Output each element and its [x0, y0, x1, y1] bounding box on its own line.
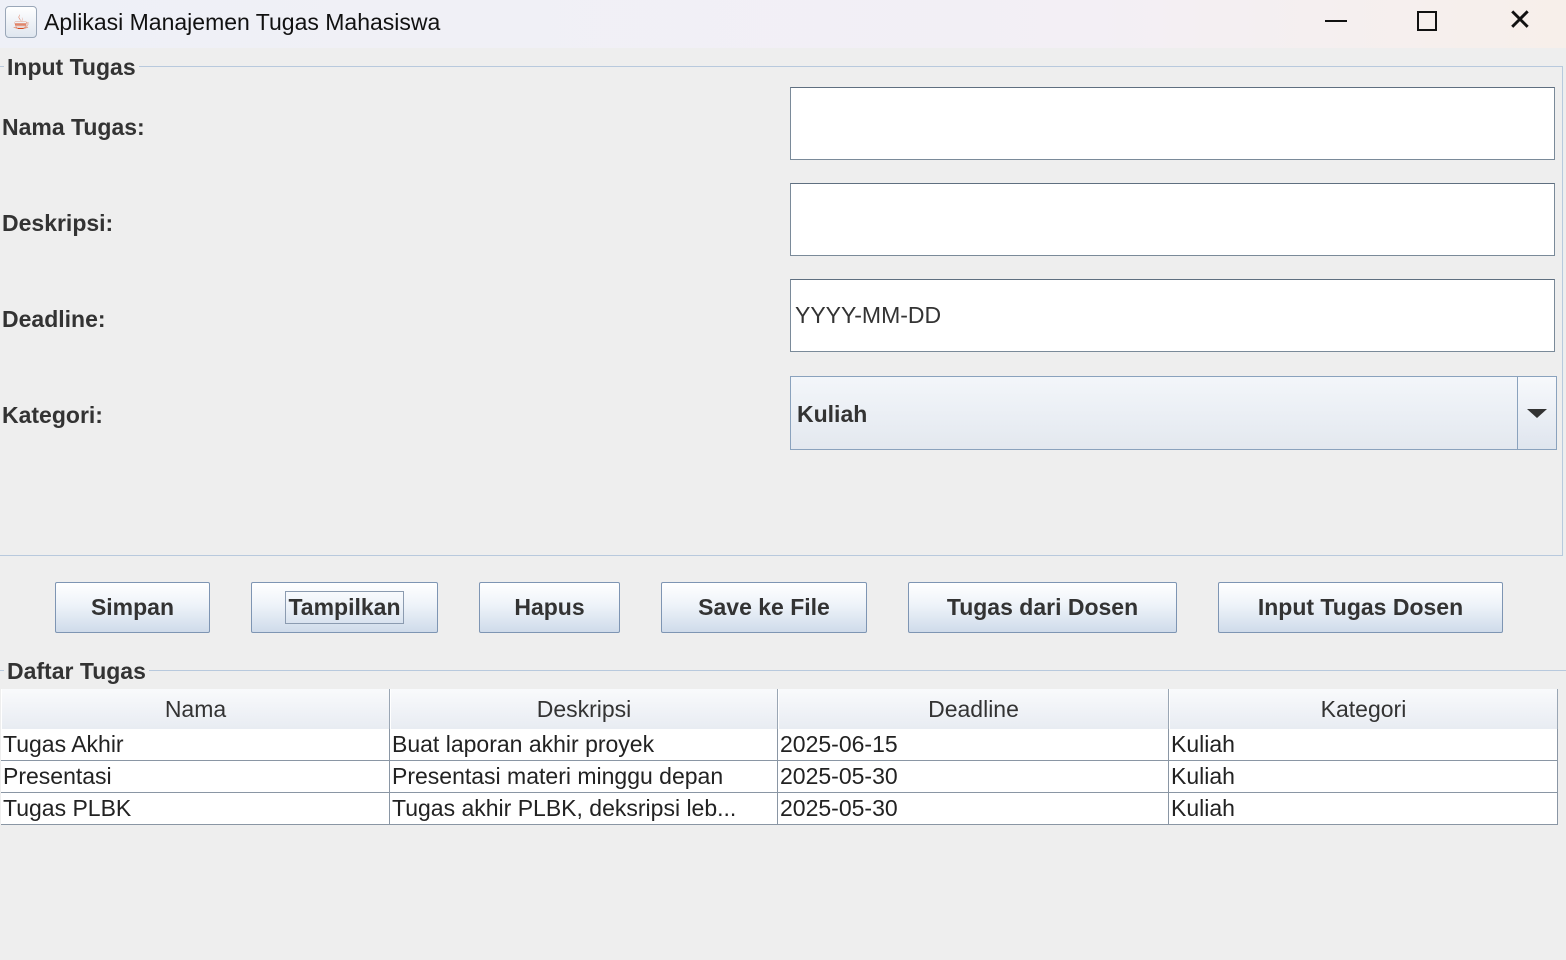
kategori-selected-value: Kuliah	[797, 401, 868, 427]
deskripsi-field[interactable]	[790, 183, 1555, 256]
table-cell[interactable]: Presentasi	[1, 761, 390, 792]
table-header: Nama Deskripsi Deadline Kategori	[1, 689, 1558, 729]
table-row[interactable]: Tugas Akhir Buat laporan akhir proyek 20…	[1, 729, 1558, 761]
table-cell[interactable]: Kuliah	[1169, 793, 1558, 824]
nama-tugas-label: Nama Tugas:	[2, 114, 145, 140]
simpan-button[interactable]: Simpan	[55, 582, 210, 633]
table-cell[interactable]: Tugas PLBK	[1, 793, 390, 824]
table-cell[interactable]: Tugas akhir PLBK, deksripsi leb...	[390, 793, 778, 824]
column-header-nama[interactable]: Nama	[1, 689, 390, 729]
window-title: Aplikasi Manajemen Tugas Mahasiswa	[44, 9, 441, 35]
column-header-kategori[interactable]: Kategori	[1169, 689, 1558, 729]
kategori-select[interactable]: Kuliah	[790, 376, 1557, 450]
close-button[interactable]: ✕	[1474, 0, 1566, 42]
table-cell[interactable]: Buat laporan akhir proyek	[390, 729, 778, 760]
column-header-deskripsi[interactable]: Deskripsi	[390, 689, 778, 729]
input-group-title: Input Tugas	[4, 54, 139, 81]
deskripsi-label: Deskripsi:	[2, 210, 114, 236]
maximize-icon	[1417, 11, 1437, 31]
list-group-title: Daftar Tugas	[4, 658, 149, 685]
table-row[interactable]: Presentasi Presentasi materi minggu depa…	[1, 761, 1558, 793]
table-cell[interactable]: Kuliah	[1169, 729, 1558, 760]
java-icon[interactable]: ☕	[5, 6, 37, 38]
tugas-dari-dosen-button[interactable]: Tugas dari Dosen	[908, 582, 1177, 633]
save-ke-file-button[interactable]: Save ke File	[661, 582, 867, 633]
nama-tugas-field[interactable]	[790, 87, 1555, 160]
table-cell[interactable]: 2025-05-30	[778, 761, 1169, 792]
table-cell[interactable]: Presentasi materi minggu depan	[390, 761, 778, 792]
title-bar[interactable]: ☕ Aplikasi Manajemen Tugas Mahasiswa ✕	[0, 0, 1566, 48]
chevron-down-icon	[1527, 408, 1547, 418]
tampilkan-button-label: Tampilkan	[285, 591, 404, 624]
kategori-label: Kategori:	[2, 402, 103, 428]
minimize-button[interactable]	[1290, 0, 1382, 42]
deadline-field[interactable]: YYYY-MM-DD	[790, 279, 1555, 352]
table-cell[interactable]: Tugas Akhir	[1, 729, 390, 760]
table-cell[interactable]: 2025-05-30	[778, 793, 1169, 824]
deadline-label: Deadline:	[2, 306, 106, 332]
table-cell[interactable]: 2025-06-15	[778, 729, 1169, 760]
column-header-deadline[interactable]: Deadline	[778, 689, 1169, 729]
close-icon: ✕	[1507, 4, 1533, 37]
minimize-icon	[1325, 20, 1347, 22]
table-row[interactable]: Tugas PLBK Tugas akhir PLBK, deksripsi l…	[1, 793, 1558, 825]
maximize-button[interactable]	[1381, 0, 1473, 42]
dropdown-button[interactable]	[1517, 377, 1556, 449]
table-cell[interactable]: Kuliah	[1169, 761, 1558, 792]
hapus-button[interactable]: Hapus	[479, 582, 620, 633]
tampilkan-button[interactable]: Tampilkan	[251, 582, 438, 633]
input-tugas-dosen-button[interactable]: Input Tugas Dosen	[1218, 582, 1503, 633]
